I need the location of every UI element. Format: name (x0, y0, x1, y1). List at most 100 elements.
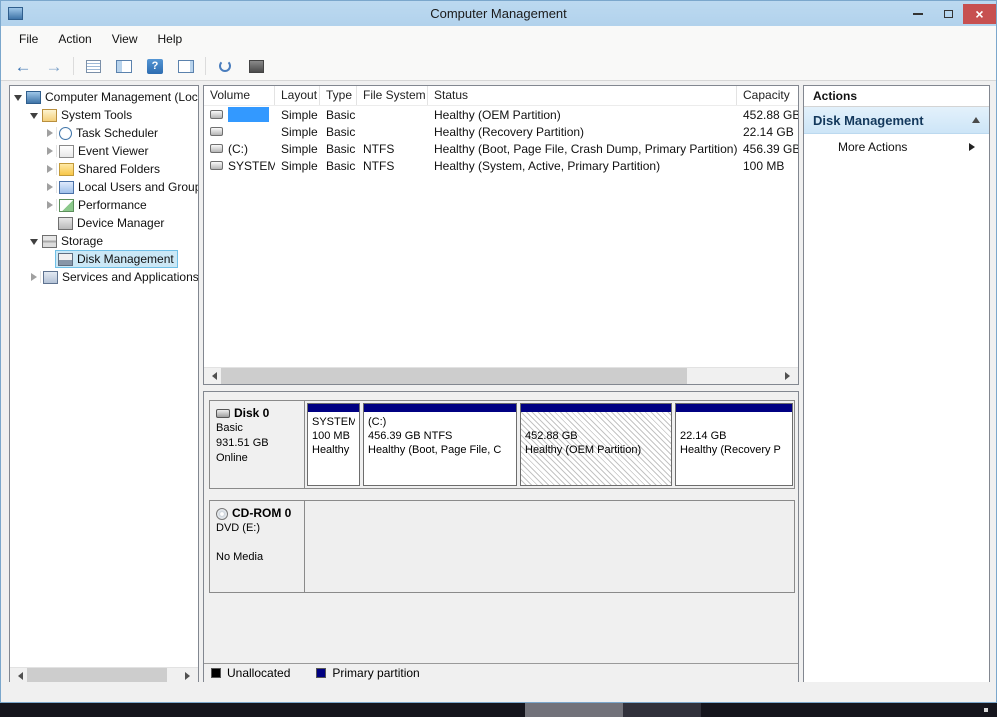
volume-icon (210, 110, 223, 119)
volume-row-oem[interactable]: Simple Basic Healthy (OEM Partition) 452… (204, 106, 798, 123)
show-action-pane-button[interactable] (174, 55, 198, 77)
properties-button[interactable] (244, 55, 268, 77)
taskbar-segment[interactable] (623, 703, 701, 717)
volume-row-c[interactable]: (C:) Simple Basic NTFS Healthy (Boot, Pa… (204, 140, 798, 157)
volume-name: SYSTEM (228, 159, 275, 173)
legend-item-primary: Primary partition (316, 666, 419, 680)
partition-name (680, 415, 788, 429)
partition-size: 100 MB (312, 429, 355, 443)
expander-icon[interactable] (28, 234, 40, 249)
partition-oem-selected[interactable]: 452.88 GB Healthy (OEM Partition) (520, 403, 672, 486)
cdrom-media-area[interactable] (305, 501, 794, 592)
tree-item-label: Device Manager (77, 216, 164, 230)
refresh-button[interactable] (213, 55, 237, 77)
volume-type: Basic (320, 125, 357, 139)
column-header-capacity[interactable]: Capacity (737, 86, 798, 105)
tree-item-event-viewer[interactable]: Event Viewer (10, 142, 198, 160)
volume-icon (210, 144, 223, 153)
volume-status: Healthy (Recovery Partition) (428, 125, 737, 139)
tree-item-shared-folders[interactable]: Shared Folders (10, 160, 198, 178)
tree-item-disk-management[interactable]: Disk Management (10, 250, 198, 268)
menu-bar: File Action View Help (1, 26, 996, 52)
volume-row-system[interactable]: SYSTEM Simple Basic NTFS Healthy (System… (204, 157, 798, 174)
partition-c[interactable]: (C:) 456.39 GB NTFS Healthy (Boot, Page … (363, 403, 517, 486)
menu-view[interactable]: View (102, 28, 148, 50)
expander-icon[interactable] (12, 90, 24, 105)
maximize-button[interactable] (933, 4, 963, 24)
tree-item-label: System Tools (61, 108, 132, 122)
expander-icon[interactable] (44, 163, 57, 175)
primary-partition-color-bar (364, 404, 516, 412)
scroll-right-arrow[interactable] (781, 368, 798, 384)
disk0-header[interactable]: Disk 0 Basic 931.51 GB Online (210, 401, 305, 488)
volume-layout: Simple (275, 142, 320, 156)
tree-item-local-users-groups[interactable]: Local Users and Groups (10, 178, 198, 196)
taskbar[interactable] (0, 703, 997, 717)
computer-icon (26, 91, 41, 104)
tree-item-label: Shared Folders (78, 162, 160, 176)
volume-icon (210, 161, 223, 170)
actions-disk-management-header[interactable]: Disk Management (804, 107, 989, 134)
volume-capacity: 100 MB (737, 159, 798, 173)
tree-item-task-scheduler[interactable]: Task Scheduler (10, 124, 198, 142)
tree-item-computer-management[interactable]: Computer Management (Local (10, 88, 198, 106)
back-arrow-icon: ← (15, 58, 32, 75)
toolbar: ← → ? (1, 52, 996, 81)
column-header-layout[interactable]: Layout (275, 86, 320, 105)
taskbar-window-button[interactable] (525, 703, 623, 717)
cdrom-header[interactable]: CD-ROM 0 DVD (E:) No Media (210, 501, 305, 592)
tree-item-performance[interactable]: Performance (10, 196, 198, 214)
computer-management-window: Computer Management × File Action View H… (0, 0, 997, 703)
back-button[interactable]: ← (11, 55, 35, 77)
menu-help[interactable]: Help (148, 28, 193, 50)
partition-system[interactable]: SYSTEM 100 MB Healthy (307, 403, 360, 486)
minimize-button[interactable] (903, 4, 933, 24)
help-button[interactable]: ? (143, 55, 167, 77)
expander-icon[interactable] (44, 145, 57, 157)
volume-type: Basic (320, 142, 357, 156)
show-console-tree-button[interactable] (112, 55, 136, 77)
menu-file[interactable]: File (9, 28, 48, 50)
column-header-status[interactable]: Status (428, 86, 737, 105)
expander-icon[interactable] (28, 271, 41, 283)
disk0-partitions: SYSTEM 100 MB Healthy (C:) 456.39 GB NTF… (305, 401, 795, 488)
cdrom-kind: DVD (E:) (216, 521, 298, 536)
partition-recovery[interactable]: 22.14 GB Healthy (Recovery P (675, 403, 793, 486)
app-icon[interactable] (8, 7, 23, 20)
more-actions-item[interactable]: More Actions (804, 134, 989, 160)
scrollbar-thumb[interactable] (221, 368, 687, 384)
menu-action[interactable]: Action (48, 28, 101, 50)
console-tree: Computer Management (Local System Tools … (10, 86, 198, 666)
expander-icon[interactable] (44, 127, 57, 139)
column-header-volume[interactable]: Volume (204, 86, 275, 105)
expander-icon[interactable] (44, 181, 57, 193)
volume-row-recovery[interactable]: Simple Basic Healthy (Recovery Partition… (204, 123, 798, 140)
maximize-icon (944, 10, 953, 18)
selected-tree-item-highlight: Disk Management (56, 251, 177, 267)
list-horizontal-scrollbar[interactable] (204, 367, 798, 384)
column-header-type[interactable]: Type (320, 86, 357, 105)
export-list-icon (86, 60, 101, 73)
legend-label: Primary partition (332, 666, 419, 680)
expander-icon[interactable] (28, 108, 40, 123)
tree-item-services-applications[interactable]: Services and Applications (10, 268, 198, 286)
partition-name: SYSTEM (312, 415, 355, 429)
close-button[interactable]: × (963, 4, 996, 24)
scroll-left-arrow[interactable] (204, 368, 221, 384)
close-icon: × (975, 6, 983, 22)
refresh-icon (219, 60, 231, 72)
column-header-file-system[interactable]: File System (357, 86, 428, 105)
partition-size: 22.14 GB (680, 429, 788, 443)
system-tools-icon (42, 109, 57, 122)
forward-button[interactable]: → (42, 55, 66, 77)
expander-icon[interactable] (44, 199, 57, 211)
tree-item-storage[interactable]: Storage (10, 232, 198, 250)
disk-management-icon (58, 253, 73, 266)
cdrom-state: No Media (216, 550, 298, 565)
partition-name (525, 415, 667, 429)
tree-item-device-manager[interactable]: Device Manager (10, 214, 198, 232)
submenu-arrow-icon (969, 143, 979, 151)
tree-item-system-tools[interactable]: System Tools (10, 106, 198, 124)
export-list-button[interactable] (81, 55, 105, 77)
title-bar[interactable]: Computer Management × (1, 1, 996, 26)
